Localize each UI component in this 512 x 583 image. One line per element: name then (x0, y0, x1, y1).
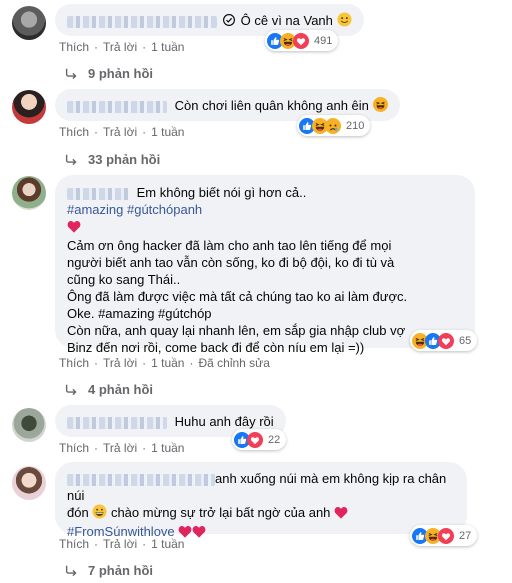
comment-actions: Thích · Trả lời · 1 tuần (59, 441, 185, 455)
like-button[interactable]: Thích (59, 40, 89, 54)
comment-text-line: Em không biết nói gì hơn cả.. (136, 185, 307, 200)
comment-text-line: đón (67, 505, 89, 520)
hashtag-line[interactable]: #amazing #gútchópanh (67, 201, 463, 218)
reaction-summary[interactable]: 22 (232, 429, 287, 450)
love-icon (438, 333, 454, 349)
reaction-summary[interactable]: 65 (410, 330, 478, 351)
comment-text-line: cũng ko sang Thái.. (67, 272, 181, 287)
comment-actions: Thích · Trả lời · 1 tuần · Đã chỉnh sửa (59, 356, 270, 370)
like-button[interactable]: Thích (59, 441, 89, 455)
reaction-count: 65 (459, 334, 472, 347)
comment-bubble: Em không biết nói gì hơn cả.. #amazing #… (55, 175, 475, 355)
comment-timestamp[interactable]: 1 tuần (151, 125, 184, 139)
reply-arrow-icon (64, 383, 78, 397)
comment-text-line: chào mừng sự trở lại bất ngờ của anh (110, 505, 331, 520)
comment-text-line: Oke. #amazing #gútchóp (67, 306, 212, 321)
comment-actions: Thích · Trả lời · 1 tuần (59, 537, 185, 551)
comment-bubble: anh xuống núi mà em không kịp ra chân nú… (55, 462, 467, 539)
like-button[interactable]: Thích (59, 537, 89, 551)
sad-icon (325, 118, 341, 134)
view-replies-link[interactable]: 4 phản hồi (64, 382, 153, 397)
comment-author[interactable] (67, 100, 167, 113)
avatar[interactable] (12, 6, 46, 40)
avatar[interactable] (12, 466, 46, 500)
reply-button[interactable]: Trả lời (103, 537, 137, 551)
reaction-summary[interactable]: 210 (297, 115, 371, 136)
replies-count: 4 phản hồi (88, 382, 153, 397)
rofl-icon (373, 97, 388, 116)
view-replies-link[interactable]: 33 phản hồi (64, 152, 160, 167)
avatar[interactable] (12, 408, 46, 442)
comment-timestamp[interactable]: 1 tuần (151, 356, 184, 370)
comment-author[interactable] (67, 416, 167, 429)
comment-author[interactable] (67, 15, 217, 28)
reply-button[interactable]: Trả lời (103, 125, 137, 139)
comment-timestamp[interactable]: 1 tuần (151, 441, 184, 455)
avatar[interactable] (12, 90, 46, 124)
comment-actions: Thích · Trả lời · 1 tuần (59, 125, 185, 139)
love-icon (293, 33, 309, 49)
grinning-face-icon (92, 504, 107, 523)
replies-count: 33 phản hồi (88, 152, 161, 167)
reply-button[interactable]: Trả lời (103, 356, 137, 370)
verified-icon (223, 13, 235, 30)
reaction-summary[interactable]: 491 (265, 30, 339, 51)
love-icon (247, 432, 263, 448)
comment-timestamp[interactable]: 1 tuần (151, 40, 184, 54)
comment-author[interactable] (67, 473, 215, 486)
comment-text-line: Cảm ơn ông hacker đã làm cho anh tao lên… (67, 238, 392, 253)
comment-text: Ô cê vì na Vanh (240, 13, 333, 28)
reaction-count: 491 (314, 34, 333, 47)
reply-arrow-icon (64, 67, 78, 81)
reaction-summary[interactable]: 27 (410, 525, 478, 546)
replies-count: 7 phản hồi (88, 563, 153, 578)
view-replies-link[interactable]: 9 phản hồi (64, 66, 153, 81)
reply-arrow-icon (64, 564, 78, 578)
avatar[interactable] (12, 176, 46, 210)
love-icon (438, 528, 454, 544)
comment-actions: Thích · Trả lời · 1 tuần (59, 40, 185, 54)
edited-label[interactable]: Đã chỉnh sửa (198, 356, 269, 370)
reply-arrow-icon (64, 153, 78, 167)
reply-button[interactable]: Trả lời (103, 40, 137, 54)
heart-icon (334, 506, 348, 523)
reaction-count: 210 (346, 119, 365, 132)
comment-text-line: Binz đến nơi rồi, come back đi để còn ní… (67, 340, 365, 355)
reaction-count: 22 (268, 433, 281, 446)
slightly-smiling-face-icon (336, 12, 352, 31)
like-button[interactable]: Thích (59, 356, 89, 370)
comment-text: Huhu anh đây rồi (174, 414, 274, 429)
reply-button[interactable]: Trả lời (103, 441, 137, 455)
reaction-count: 27 (459, 529, 472, 542)
heart-icon (192, 525, 206, 542)
comment-text: Còn chơi liên quân không anh êin (174, 98, 369, 113)
comment-text-line: Ông đã làm được việc mà tất cả chúng tao… (67, 289, 408, 304)
heart-icon (67, 220, 81, 237)
view-replies-link[interactable]: 7 phản hồi (64, 563, 153, 578)
comment-timestamp[interactable]: 1 tuần (151, 537, 184, 551)
comment-author[interactable] (67, 187, 129, 200)
like-button[interactable]: Thích (59, 125, 89, 139)
replies-count: 9 phản hồi (88, 66, 153, 81)
comment-text-line: người biết anh tao vẫn còn sống, ko đi b… (67, 255, 395, 270)
comment-text-line: Còn nữa, anh quay lại nhanh lên, em sắp … (67, 323, 406, 338)
